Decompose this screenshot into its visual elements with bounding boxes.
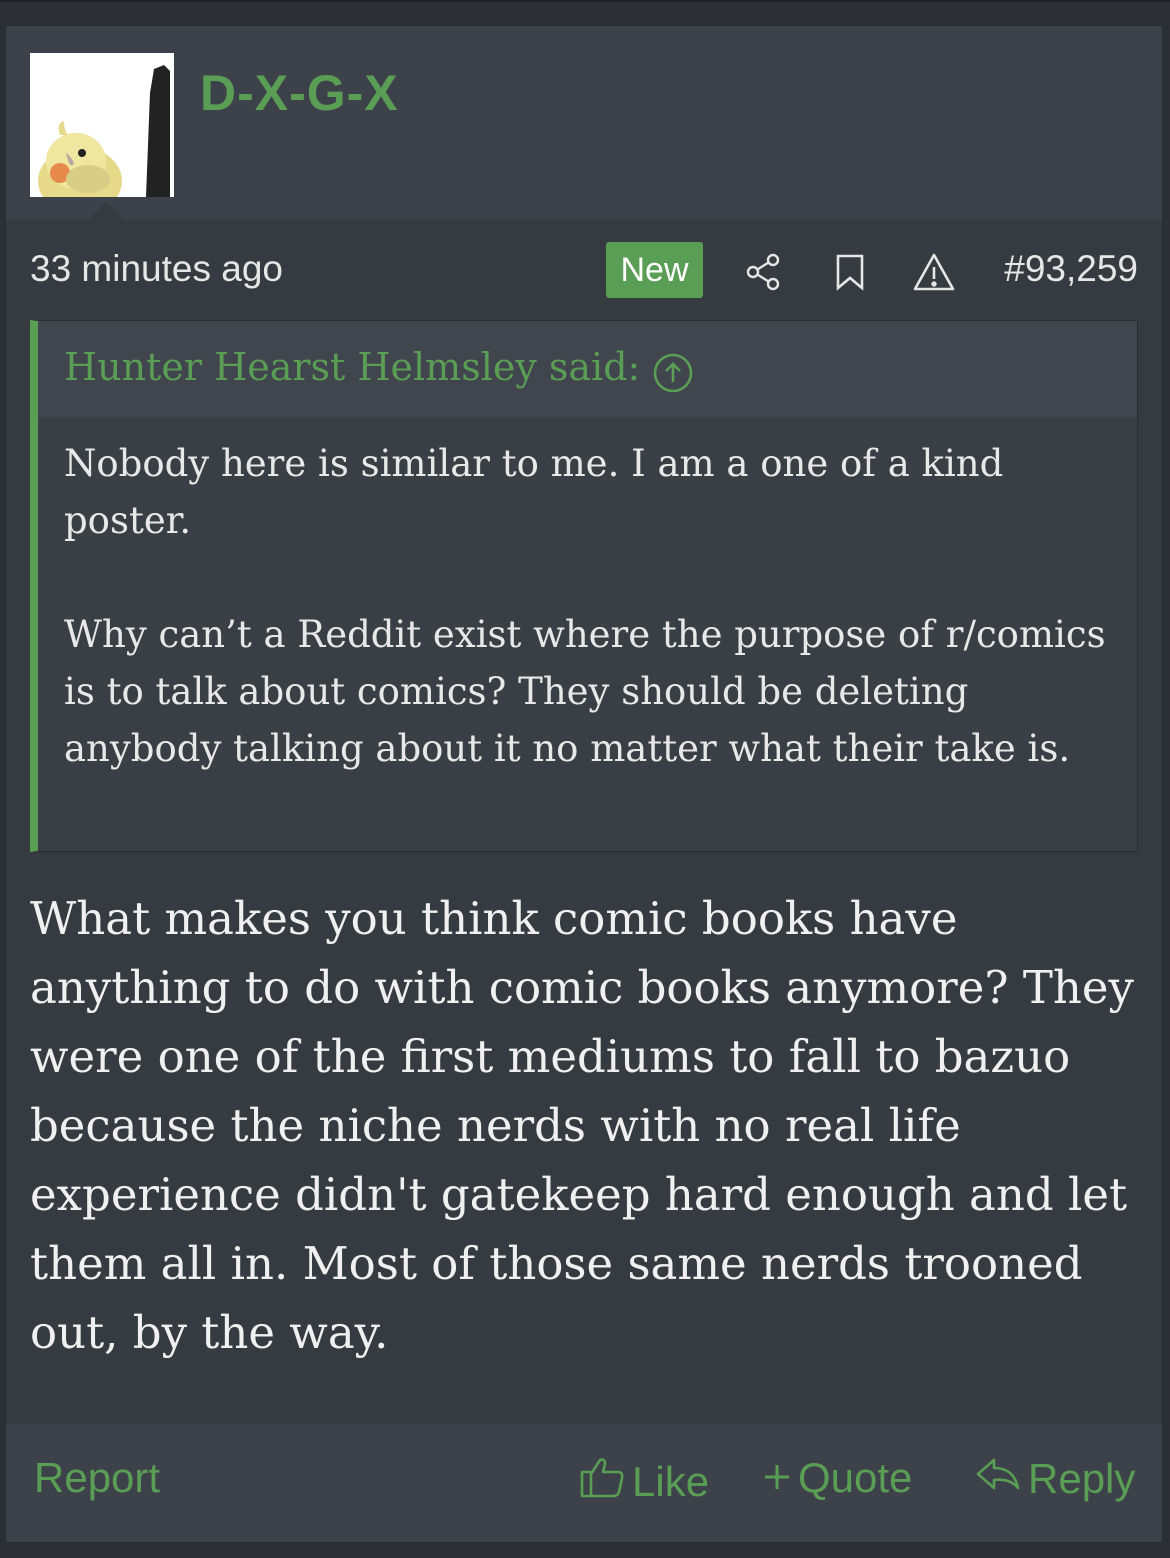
quote-button[interactable]: Quote — [762, 1454, 912, 1502]
warning-icon[interactable] — [912, 251, 956, 298]
share-icon[interactable] — [744, 252, 784, 297]
quote-label: Quote — [798, 1454, 913, 1501]
like-label: Like — [632, 1458, 710, 1505]
top-band — [0, 0, 1170, 2]
quote-header: Hunter Hearst Helmsley said: — [38, 321, 1137, 417]
report-link[interactable]: Report — [34, 1454, 160, 1502]
quote-paragraph: Why can’t a Reddit exist where the purpo… — [64, 613, 1106, 770]
reply-button[interactable]: Reply — [974, 1454, 1135, 1504]
post-card: D-X-G-X 33 minutes ago New #93,259 Hunte… — [6, 26, 1162, 1542]
quote-block: Hunter Hearst Helmsley said: Nobody here… — [30, 320, 1138, 852]
quote-body: Nobody here is similar to me. I am a one… — [64, 435, 1124, 834]
thumbs-up-icon — [578, 1454, 626, 1510]
header-pointer — [88, 202, 124, 220]
plus-icon — [762, 1454, 792, 1502]
reply-arrow-icon — [974, 1454, 1022, 1504]
arrow-up-circle-icon[interactable] — [652, 352, 694, 399]
post-user-header: D-X-G-X — [6, 26, 1162, 220]
post-message: What makes you think comic books have an… — [30, 892, 1134, 1359]
post-timestamp[interactable]: 33 minutes ago — [30, 248, 283, 290]
quote-paragraph: Nobody here is similar to me. I am a one… — [64, 442, 1004, 542]
username[interactable]: D-X-G-X — [200, 64, 399, 122]
post-number[interactable]: #93,259 — [1004, 248, 1138, 290]
reply-label: Reply — [1028, 1455, 1136, 1502]
like-button[interactable]: Like — [578, 1454, 709, 1510]
new-badge: New — [606, 242, 703, 298]
avatar[interactable] — [30, 53, 174, 197]
quote-author[interactable]: Hunter Hearst Helmsley said: — [64, 345, 640, 389]
post-footer: Report Like Quote Reply — [6, 1424, 1162, 1542]
bookmark-icon[interactable] — [832, 252, 868, 297]
